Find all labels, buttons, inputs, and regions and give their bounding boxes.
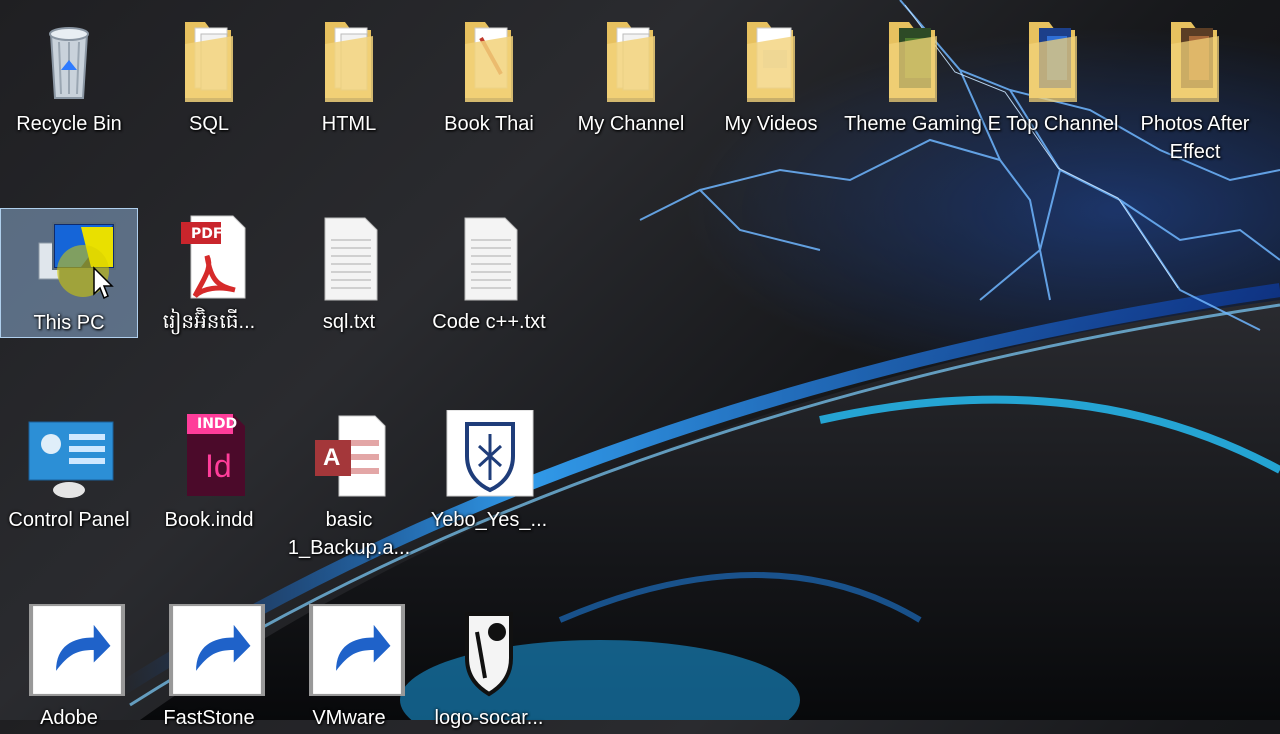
- folder-icon: [1005, 14, 1101, 106]
- icon-label: Adobe: [40, 707, 98, 729]
- desktop-icon-access-backup[interactable]: A basic 1_Backup.a...: [280, 406, 418, 559]
- icon-label: This PC: [33, 312, 105, 334]
- icon-label: Photos After Effect: [1140, 113, 1250, 163]
- desktop-icon-khmer-pdf[interactable]: PDF រៀនអ៊ិនធើ...: [140, 208, 278, 338]
- desktop-icon-code-cpp-txt[interactable]: Code c++.txt: [420, 208, 558, 338]
- icon-label: Recycle Bin: [16, 113, 122, 135]
- adobe-reader-icon: [21, 604, 125, 700]
- icon-label: E Top Channel: [987, 113, 1119, 135]
- icon-label: Theme Gaming: [844, 113, 982, 135]
- desktop-icon-faststone-shortcut[interactable]: FastStone: [140, 604, 278, 734]
- access-mark: A: [323, 444, 341, 471]
- access-file-icon: A: [301, 410, 397, 502]
- desktop-icon-this-pc[interactable]: This PC: [0, 208, 138, 338]
- icon-label: VMware: [312, 707, 386, 729]
- text-file-icon: [301, 212, 397, 304]
- desktop-icon-photos-after-effect-folder[interactable]: Photos After Effect: [1126, 10, 1264, 163]
- vmware-icon: [301, 604, 405, 700]
- icon-label: Yebo_Yes_...: [430, 509, 548, 531]
- icon-label: logo-socar...: [434, 707, 544, 729]
- icon-label: My Channel: [577, 113, 685, 135]
- shortcut-arrow-icon: [169, 604, 265, 696]
- image-file-icon: [441, 410, 537, 502]
- desktop-icon-my-channel-folder[interactable]: My Channel: [562, 10, 700, 140]
- icon-label: sql.txt: [322, 311, 376, 333]
- icon-label: FastStone: [163, 707, 255, 729]
- indesign-mark: Id: [205, 448, 232, 484]
- desktop-icon-recycle-bin[interactable]: Recycle Bin: [0, 10, 138, 140]
- mouse-cursor-icon: [93, 266, 114, 300]
- desktop-icon-theme-gaming-folder[interactable]: Theme Gaming: [844, 10, 982, 140]
- folder-icon: [161, 14, 257, 106]
- desktop-icon-vmware-shortcut[interactable]: VMware: [280, 604, 418, 734]
- recycle-bin-icon: [21, 14, 117, 106]
- desktop-icon-book-indd[interactable]: INDD Id Book.indd: [140, 406, 278, 536]
- desktop-icon-control-panel[interactable]: Control Panel: [0, 406, 138, 536]
- desktop-icon-sql-txt[interactable]: sql.txt: [280, 208, 418, 338]
- indd-badge: INDD: [197, 416, 238, 432]
- desktop-icon-logo-soccer-image[interactable]: logo-socar...: [420, 604, 558, 734]
- folder-icon: [441, 14, 537, 106]
- icon-label: My Videos: [724, 113, 818, 135]
- desktop: Recycle Bin SQL HTML Book Thai My Channe…: [0, 0, 1280, 729]
- shortcut-arrow-icon: [29, 604, 125, 696]
- icon-label: Book.indd: [164, 509, 254, 531]
- desktop-icon-sql-folder[interactable]: SQL: [140, 10, 278, 140]
- icon-label: រៀនអ៊ិនធើ...: [162, 311, 256, 333]
- folder-icon: [583, 14, 679, 106]
- desktop-icon-my-videos-folder[interactable]: My Videos: [702, 10, 840, 140]
- icon-label: HTML: [321, 113, 377, 135]
- shortcut-arrow-icon: [309, 604, 405, 696]
- icon-label: SQL: [188, 113, 230, 135]
- desktop-icon-yebo-image[interactable]: Yebo_Yes_...: [420, 406, 558, 536]
- icon-label: Control Panel: [8, 509, 130, 531]
- desktop-icon-e-top-channel-folder[interactable]: E Top Channel: [984, 10, 1122, 140]
- folder-icon: [865, 14, 961, 106]
- folder-icon: [723, 14, 819, 106]
- text-file-icon: [441, 212, 537, 304]
- desktop-icon-html-folder[interactable]: HTML: [280, 10, 418, 140]
- pdf-badge: PDF: [191, 226, 223, 242]
- indesign-file-icon: INDD Id: [161, 410, 257, 502]
- pdf-file-icon: PDF: [161, 212, 257, 304]
- icon-label: Book Thai: [444, 113, 534, 135]
- folder-icon: [301, 14, 397, 106]
- faststone-icon: [161, 604, 265, 700]
- desktop-icon-book-thai-folder[interactable]: Book Thai: [420, 10, 558, 140]
- image-file-icon: [441, 608, 537, 700]
- icon-label: basic 1_Backup.a...: [287, 509, 411, 559]
- desktop-icon-adobe-shortcut[interactable]: Adobe: [0, 604, 138, 734]
- icon-label: Code c++.txt: [432, 311, 546, 333]
- folder-icon: [1147, 14, 1243, 106]
- control-panel-icon: [21, 410, 117, 502]
